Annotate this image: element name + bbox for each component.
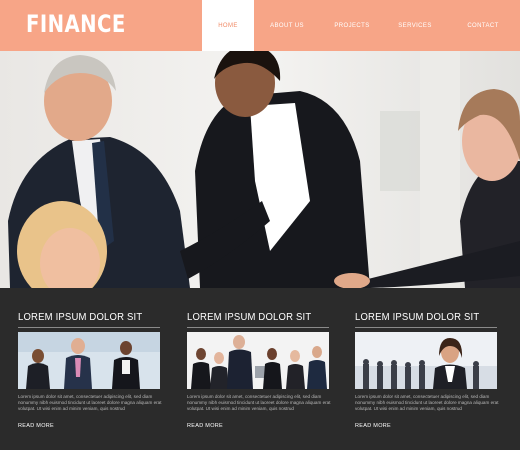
feature-title: LOREM IPSUM DOLOR SIT bbox=[187, 312, 312, 323]
read-more-link[interactable]: READ MORE bbox=[18, 423, 54, 429]
feature-image bbox=[187, 332, 329, 389]
read-more-link[interactable]: READ MORE bbox=[355, 423, 391, 429]
nav-item-about-us[interactable]: ABOUT US bbox=[254, 0, 320, 51]
feature-title: LOREM IPSUM DOLOR SIT bbox=[18, 312, 143, 323]
businesswoman-photo-illustration bbox=[355, 332, 497, 389]
features-section: LOREM IPSUM DOLOR SIT Lorem ipsum dolor … bbox=[0, 288, 520, 450]
site-header: FINANCE HOME ABOUT US PROJECTS SERVICES … bbox=[0, 0, 520, 51]
feature-image bbox=[18, 332, 160, 389]
nav-item-home[interactable]: HOME bbox=[202, 0, 254, 51]
group-photo-illustration bbox=[187, 332, 329, 389]
site-logo[interactable]: FINANCE bbox=[26, 10, 126, 38]
read-more-link[interactable]: READ MORE bbox=[187, 423, 223, 429]
nav-item-projects[interactable]: PROJECTS bbox=[320, 0, 384, 51]
feature-card: LOREM IPSUM DOLOR SIT Lorem ipsum dolor … bbox=[187, 312, 337, 432]
feature-card: LOREM IPSUM DOLOR SIT Lorem ipsum dolor … bbox=[355, 312, 505, 432]
feature-card: LOREM IPSUM DOLOR SIT Lorem ipsum dolor … bbox=[18, 312, 168, 432]
feature-text: Lorem ipsum dolor sit amet, consectetuer… bbox=[18, 394, 162, 412]
feature-text: Lorem ipsum dolor sit amet, consectetuer… bbox=[355, 394, 499, 412]
feature-title: LOREM IPSUM DOLOR SIT bbox=[355, 312, 480, 323]
nav-item-contact[interactable]: CONTACT bbox=[446, 0, 520, 51]
divider bbox=[18, 327, 160, 328]
feature-text: Lorem ipsum dolor sit amet, consectetuer… bbox=[187, 394, 331, 412]
divider bbox=[187, 327, 329, 328]
team-photo-illustration bbox=[18, 332, 160, 389]
divider bbox=[355, 327, 497, 328]
hero-photo-illustration bbox=[0, 51, 520, 288]
nav-item-services[interactable]: SERVICES bbox=[384, 0, 446, 51]
main-nav: HOME ABOUT US PROJECTS SERVICES CONTACT bbox=[202, 0, 520, 51]
feature-image bbox=[355, 332, 497, 389]
hero-image bbox=[0, 51, 520, 288]
